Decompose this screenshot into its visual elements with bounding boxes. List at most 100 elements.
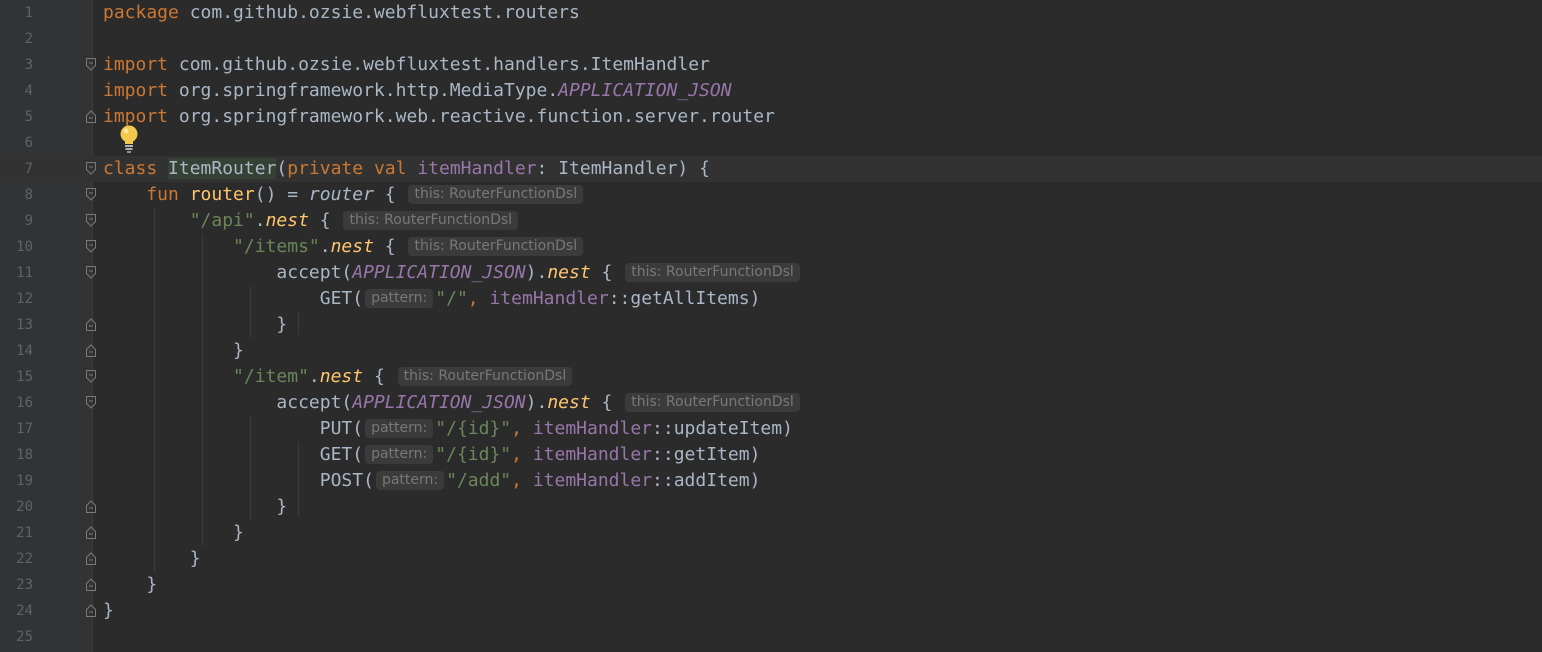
code-text[interactable]: } (103, 494, 287, 520)
code-line[interactable]: 9 "/api".nest { this: RouterFunctionDsl (0, 208, 1542, 234)
code-line[interactable]: 12 GET(pattern: "/", itemHandler::getAllI… (0, 286, 1542, 312)
code-text[interactable]: PUT(pattern: "/{id}", itemHandler::update… (103, 416, 793, 442)
code-token: { (363, 366, 396, 387)
code-token: APPLICATION_JSON (352, 392, 526, 413)
code-line[interactable]: 18 GET(pattern: "/{id}", itemHandler::get… (0, 442, 1542, 468)
code-text[interactable]: fun router() = router { this: RouterFunc… (103, 182, 585, 208)
code-line[interactable]: 6 (0, 130, 1542, 156)
code-token: . (254, 210, 266, 231)
code-token: "/{id}" (435, 418, 512, 439)
code-text[interactable]: "/items".nest { this: RouterFunctionDsl (103, 234, 585, 260)
code-text[interactable]: accept(APPLICATION_JSON).nest { this: Ro… (103, 390, 802, 416)
code-text[interactable]: "/item".nest { this: RouterFunctionDsl (103, 364, 574, 390)
code-text[interactable]: package com.github.ozsie.webfluxtest.rou… (103, 0, 580, 26)
indent-guide (298, 442, 299, 518)
code-line[interactable]: 1 package com.github.ozsie.webfluxtest.ro… (0, 0, 1542, 26)
code-token: ( (276, 158, 288, 179)
code-line[interactable]: 22 } (0, 546, 1542, 572)
code-token: } (103, 496, 288, 517)
code-line[interactable]: 25 (0, 624, 1542, 650)
code-line[interactable]: 8 fun router() = router { this: RouterFu… (0, 182, 1542, 208)
fold-close-icon[interactable] (86, 110, 96, 123)
fold-open-icon[interactable] (86, 162, 96, 175)
fold-open-icon[interactable] (86, 58, 96, 71)
line-number: 25 (16, 629, 33, 645)
code-token: } (103, 340, 244, 361)
code-line[interactable]: 21 } (0, 520, 1542, 546)
inlay-hint: this: RouterFunctionDsl (408, 237, 584, 256)
code-line[interactable]: 17 PUT(pattern: "/{id}", itemHandler::upd… (0, 416, 1542, 442)
code-text[interactable]: } (103, 520, 244, 546)
code-text[interactable]: } (103, 598, 114, 624)
code-token: nest (265, 210, 309, 231)
code-line[interactable]: 3 import com.github.ozsie.webfluxtest.han… (0, 52, 1542, 78)
code-token: } (103, 600, 114, 621)
inlay-hint: this: RouterFunctionDsl (397, 367, 573, 386)
fold-open-icon[interactable] (86, 266, 96, 279)
code-text[interactable]: accept(APPLICATION_JSON).nest { this: Ro… (103, 260, 802, 286)
fold-open-icon[interactable] (86, 214, 96, 227)
fold-open-icon[interactable] (86, 370, 96, 383)
fold-close-icon[interactable] (86, 526, 96, 539)
fold-close-icon[interactable] (86, 604, 96, 617)
code-token: ::updateItem) (652, 418, 793, 439)
line-number: 12 (16, 291, 33, 307)
code-token: router (189, 184, 255, 205)
code-line[interactable]: 16 accept(APPLICATION_JSON).nest { this:… (0, 390, 1542, 416)
code-text[interactable]: } (103, 546, 201, 572)
fold-close-icon[interactable] (86, 318, 96, 331)
code-token: com.github.ozsie.webfluxtest.handlers.It… (168, 54, 710, 75)
code-line[interactable]: 11 accept(APPLICATION_JSON).nest { this:… (0, 260, 1542, 286)
code-text[interactable]: import org.springframework.web.reactive.… (103, 104, 775, 130)
code-text[interactable]: } (103, 312, 287, 338)
code-token: router (308, 184, 374, 205)
inlay-hint: pattern: (365, 445, 434, 464)
fold-close-icon[interactable] (86, 552, 96, 565)
code-token: } (103, 314, 288, 335)
line-number: 4 (24, 83, 33, 99)
code-line[interactable]: 15 "/item".nest { this: RouterFunctionDs… (0, 364, 1542, 390)
code-token: nest (319, 366, 364, 387)
code-line[interactable]: 13 } (0, 312, 1542, 338)
line-number: 3 (24, 57, 33, 73)
code-line[interactable]: 2 (0, 26, 1542, 52)
fold-open-icon[interactable] (86, 240, 96, 253)
code-token: import (103, 80, 169, 101)
code-token: com.github.ozsie.webfluxtest.routers (178, 2, 580, 23)
code-token: org.springframework.http.MediaType. (168, 80, 559, 101)
code-text[interactable]: } (103, 572, 157, 598)
code-line[interactable]: 7 class ItemRouter(private val itemHandle… (0, 156, 1542, 182)
code-line[interactable]: 5 import org.springframework.web.reactive… (0, 104, 1542, 130)
fold-close-icon[interactable] (86, 344, 96, 357)
code-token: , (511, 444, 533, 465)
fold-close-icon[interactable] (86, 578, 96, 591)
lightbulb-icon[interactable] (118, 124, 140, 154)
code-token: } (103, 548, 201, 569)
code-line[interactable]: 20 } (0, 494, 1542, 520)
code-text[interactable]: "/api".nest { this: RouterFunctionDsl (103, 208, 520, 234)
line-number: 21 (16, 525, 33, 541)
code-text[interactable]: class ItemRouter(private val itemHandler… (103, 156, 710, 182)
code-token: package (103, 2, 179, 23)
line-number: 7 (24, 161, 33, 177)
code-token: ). (525, 392, 548, 413)
code-line[interactable]: 4 import org.springframework.http.MediaTy… (0, 78, 1542, 104)
fold-open-icon[interactable] (86, 188, 96, 201)
fold-close-icon[interactable] (86, 500, 96, 513)
code-line[interactable]: 10 "/items".nest { this: RouterFunctionD… (0, 234, 1542, 260)
code-text[interactable]: } (103, 338, 244, 364)
line-number: 18 (16, 447, 33, 463)
fold-open-icon[interactable] (86, 396, 96, 409)
code-line[interactable]: 14 } (0, 338, 1542, 364)
code-line[interactable]: 23 } (0, 572, 1542, 598)
code-editor[interactable]: 1 package com.github.ozsie.webfluxtest.ro… (0, 0, 1542, 652)
code-line[interactable]: 19 POST(pattern: "/add", itemHandler::add… (0, 468, 1542, 494)
code-line[interactable]: 24} (0, 598, 1542, 624)
code-text[interactable]: import org.springframework.http.MediaTyp… (103, 78, 732, 104)
code-text[interactable]: import com.github.ozsie.webfluxtest.hand… (103, 52, 710, 78)
code-token: . (308, 366, 320, 387)
code-token: ::getAllItems) (608, 288, 761, 309)
code-token: { (590, 392, 624, 413)
